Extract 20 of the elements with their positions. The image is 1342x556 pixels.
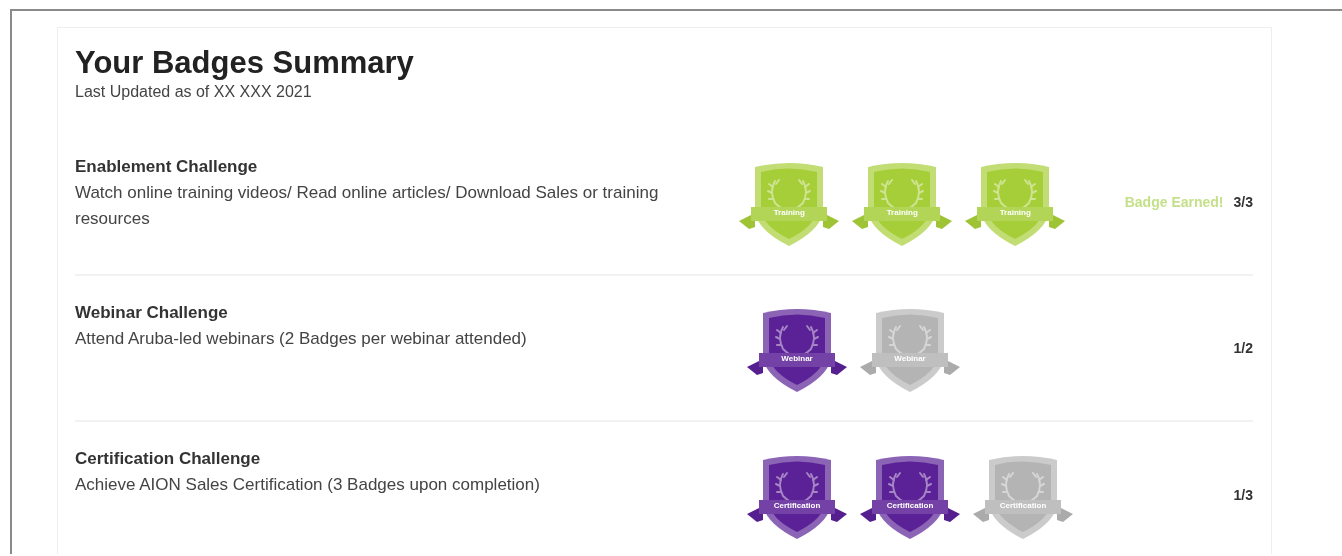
badge-label: Training <box>885 207 919 220</box>
badge-label: Webinar <box>780 353 814 366</box>
challenge-title: Enablement Challenge <box>75 156 259 179</box>
badge-label: Certification <box>885 500 935 513</box>
badge-label: Training <box>998 207 1032 220</box>
last-updated-text: Last Updated as of XX XXX 2021 <box>75 82 313 103</box>
progress-count: 3/3 <box>1233 192 1253 212</box>
challenge-title: Certification Challenge <box>75 448 262 471</box>
progress-count: 1/3 <box>1233 485 1253 505</box>
challenge-description: Achieve AION Sales Certification (3 Badges upon completion) <box>75 473 541 496</box>
badge-label: Certification <box>772 500 822 513</box>
badge-earned-text: Badge Earned! <box>1124 192 1224 212</box>
page-title: Your Badges Summary <box>75 46 415 81</box>
badge-label: Training <box>772 207 806 220</box>
progress-count: 1/2 <box>1233 338 1253 358</box>
badge-label: Certification <box>998 500 1048 513</box>
challenge-description: Watch online training videos/ Read online articles/ Download Sales or training resources <box>75 181 660 230</box>
challenge-description: Attend Aruba-led webinars (2 Badges per webinar attended) <box>75 327 528 350</box>
challenge-title: Webinar Challenge <box>75 302 229 325</box>
badge-label: Webinar <box>893 353 927 366</box>
